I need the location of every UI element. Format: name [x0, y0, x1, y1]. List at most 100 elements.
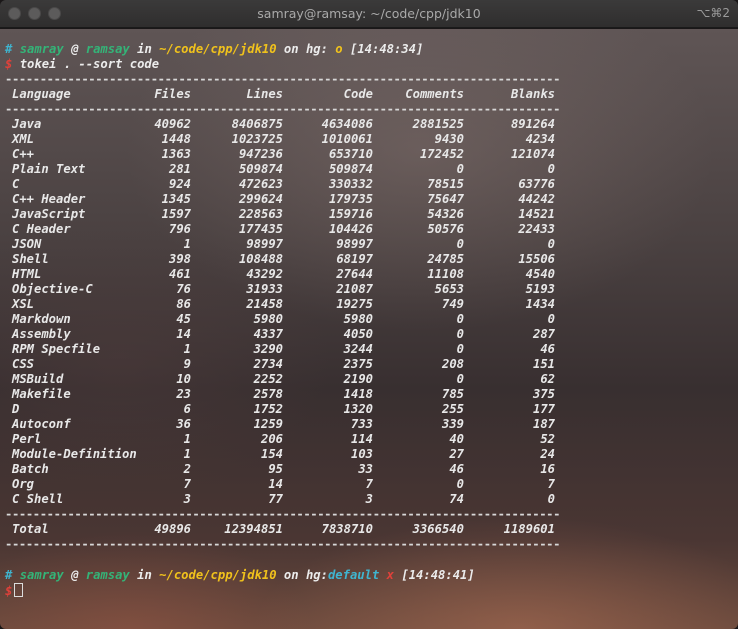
- prompt-at: @: [71, 42, 79, 56]
- table-row-cell: 62: [540, 372, 555, 386]
- table-row-cell: 14: [268, 477, 283, 491]
- table-row-cell: Plain Text: [12, 162, 86, 176]
- table-row-cell: 653710: [328, 147, 373, 161]
- prompt-on: on: [283, 568, 299, 582]
- table-row-cell: Markdown: [12, 312, 71, 326]
- prompt-hash: #: [5, 568, 13, 582]
- table-row-cell: 330332: [328, 177, 373, 191]
- table-row-cell: 398: [168, 252, 191, 266]
- table-row-cell: 796: [168, 222, 191, 236]
- table-row-cell: 22433: [518, 222, 555, 236]
- table-row-cell: 24: [540, 447, 555, 461]
- table-total-row-cell: 49896: [154, 522, 191, 536]
- table-row-cell: 40: [449, 432, 464, 446]
- table-row-cell: 154: [260, 447, 283, 461]
- table-row-cell: 3290: [253, 342, 283, 356]
- table-row-cell: 1363: [161, 147, 191, 161]
- table-row-cell: 5980: [253, 312, 283, 326]
- table-row-cell: 75647: [427, 192, 464, 206]
- table-row-cell: 121074: [510, 147, 555, 161]
- table-row-cell: Objective-C: [12, 282, 93, 296]
- table-row-cell: 287: [532, 327, 555, 341]
- prompt-dollar: $: [5, 57, 13, 71]
- table-row-cell: 159716: [328, 207, 373, 221]
- table-separator: ----------------------------------------…: [5, 102, 560, 116]
- input-line[interactable]: $: [5, 583, 24, 598]
- table-separator: ----------------------------------------…: [5, 537, 560, 551]
- table-row-cell: XSL: [12, 297, 35, 311]
- table-total-row-cell: Total: [12, 522, 49, 536]
- table-header-cell: Files: [154, 87, 191, 101]
- table-row-cell: 78515: [427, 177, 464, 191]
- table-row: Makefile 23 2578 1418 785 375: [5, 387, 565, 402]
- table-row-cell: 4337: [253, 327, 283, 341]
- prompt-time: [14:48:41]: [401, 568, 475, 582]
- table-row: Assembly 14 4337 4050 0 287: [5, 327, 565, 342]
- title-bar[interactable]: samray@ramsay: ~/code/cpp/jdk10 ⌥⌘2: [0, 0, 738, 28]
- table-row: JSON 1 98997 98997 0 0: [5, 237, 565, 252]
- table-row-cell: 10: [176, 372, 191, 386]
- table-row-cell: C++ Header: [12, 192, 86, 206]
- table-row-cell: 114: [350, 432, 373, 446]
- table-row-cell: 54326: [427, 207, 464, 221]
- table-row-cell: RPM Specfile: [12, 342, 101, 356]
- table-row-cell: 27644: [336, 267, 373, 281]
- terminal-content[interactable]: # samray @ ramsay in ~/code/cpp/jdk10 on…: [0, 29, 738, 629]
- prompt-dollar: $: [5, 584, 13, 598]
- table-row-cell: Perl: [12, 432, 42, 446]
- table-row-cell: 208: [441, 357, 464, 371]
- prompt-in: in: [137, 42, 152, 56]
- table-row-cell: 52: [540, 432, 555, 446]
- table-row-cell: 3: [183, 492, 191, 506]
- table-row-cell: 785: [441, 387, 464, 401]
- table-row-cell: 1010061: [321, 132, 373, 146]
- table-row-cell: 1752: [253, 402, 283, 416]
- table-row-cell: 0: [547, 237, 555, 251]
- table-row-cell: 2: [183, 462, 191, 476]
- table-row-cell: 1259: [253, 417, 283, 431]
- table-row: JavaScript 1597 228563 159716 54326 14521: [5, 207, 565, 222]
- table-row: Java 40962 8406875 4634086 2881525 891264: [5, 117, 565, 132]
- prompt-path: ~/code/cpp/jdk10: [159, 568, 277, 582]
- table-row: Objective-C 76 31933 21087 5653 5193: [5, 282, 565, 297]
- table-row-cell: 299624: [238, 192, 283, 206]
- table-row: C Header 796 177435 104426 50576 22433: [5, 222, 565, 237]
- table-row: Perl 1 206 114 40 52: [5, 432, 565, 447]
- table-header-cell: Lines: [246, 87, 283, 101]
- table-row: CSS 9 2734 2375 208 151: [5, 357, 565, 372]
- table-row-cell: 36: [176, 417, 191, 431]
- table-row: Org 7 14 7 0 7: [5, 477, 565, 492]
- table-row-cell: 1023725: [231, 132, 283, 146]
- table-row-cell: Module-Definition: [12, 447, 137, 461]
- table-row-cell: 108488: [238, 252, 283, 266]
- table-row-cell: 2881525: [412, 117, 464, 131]
- table-row-cell: 27: [449, 447, 464, 461]
- table-row-cell: 5193: [525, 282, 555, 296]
- table-row-cell: Assembly: [12, 327, 71, 341]
- table-row-cell: 33: [358, 462, 373, 476]
- table-row-cell: 86: [176, 297, 191, 311]
- table-row-cell: 45: [176, 312, 191, 326]
- table-row-cell: 151: [532, 357, 555, 371]
- table-row: C++ Header 1345 299624 179735 75647 44242: [5, 192, 565, 207]
- table-row: Plain Text 281 509874 509874 0 0: [5, 162, 565, 177]
- prompt-vcs: hg:: [305, 42, 328, 56]
- table-row-cell: 1: [183, 432, 191, 446]
- table-row: Markdown 45 5980 5980 0 0: [5, 312, 565, 327]
- table-row-cell: JSON: [12, 237, 42, 251]
- table-row-cell: Makefile: [12, 387, 71, 401]
- table-row-cell: 1: [183, 447, 191, 461]
- table-row-cell: 103: [350, 447, 373, 461]
- table-row-cell: 1418: [343, 387, 373, 401]
- table-total-row-cell: 7838710: [321, 522, 373, 536]
- table-row-cell: C++: [12, 147, 35, 161]
- table-row-cell: 0: [547, 162, 555, 176]
- table-row-cell: Java: [12, 117, 42, 131]
- table-row: MSBuild 10 2252 2190 0 62: [5, 372, 565, 387]
- table-row-cell: XML: [12, 132, 35, 146]
- table-row-cell: 255: [441, 402, 464, 416]
- table-row-cell: 0: [456, 477, 464, 491]
- prompt-line-2: # samray @ ramsay in ~/code/cpp/jdk10 on…: [5, 568, 475, 583]
- table-row-cell: 281: [168, 162, 191, 176]
- table-row: C Shell 3 77 3 74 0: [5, 492, 565, 507]
